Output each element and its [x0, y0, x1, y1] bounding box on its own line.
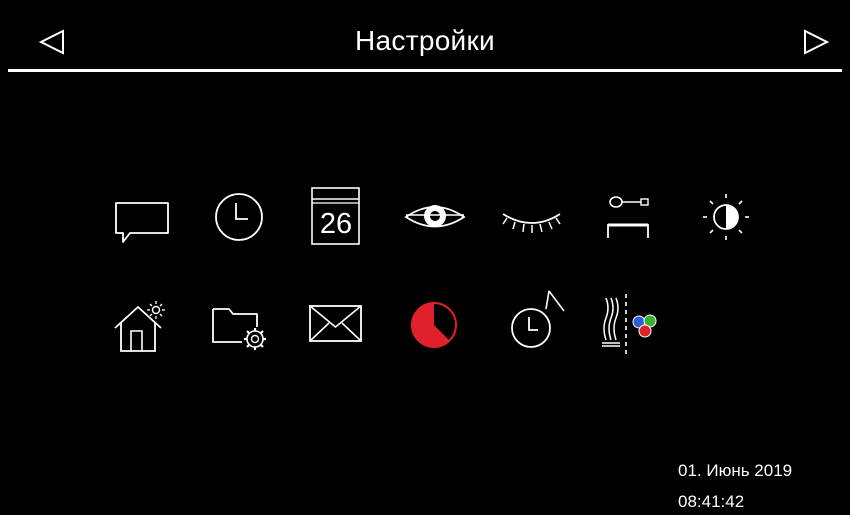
forward-button[interactable]: [796, 25, 836, 59]
page-title: Настройки: [355, 25, 495, 56]
brightness-icon: [703, 194, 749, 240]
folder-settings-icon: [212, 308, 266, 350]
messages-button[interactable]: [102, 182, 182, 252]
calendar-day-label: 26: [319, 208, 353, 240]
display-on-button[interactable]: [396, 182, 476, 252]
calendar-button[interactable]: 26: [298, 182, 378, 252]
eye-closed-icon: [502, 213, 561, 233]
alarm-clock-icon: [511, 290, 565, 348]
lock-button[interactable]: [592, 182, 672, 252]
alarm-button[interactable]: [494, 290, 574, 360]
current-date: 01. Июнь 2019: [678, 461, 793, 480]
eye-open-icon: [404, 205, 466, 228]
triangle-right-icon: [804, 29, 830, 55]
key-lock-icon: [607, 196, 649, 238]
header-bar: Настройки: [8, 9, 842, 72]
home-sun-icon: [114, 301, 165, 352]
timer-red-icon: [411, 302, 457, 348]
message-icon: [115, 202, 169, 243]
clock-button[interactable]: [200, 182, 280, 252]
folder-settings-button[interactable]: [200, 290, 280, 360]
timer-button[interactable]: [396, 290, 476, 360]
home-settings-button[interactable]: [102, 290, 182, 360]
envelope-icon: [309, 305, 362, 342]
heating-colors-button[interactable]: [592, 290, 672, 360]
clock-icon: [215, 193, 263, 241]
current-time: 08:41:42: [678, 492, 745, 511]
brightness-button[interactable]: [686, 182, 766, 252]
display-off-button[interactable]: [494, 182, 574, 252]
mail-button[interactable]: [298, 290, 378, 360]
heating-colors-icon: [602, 294, 657, 356]
